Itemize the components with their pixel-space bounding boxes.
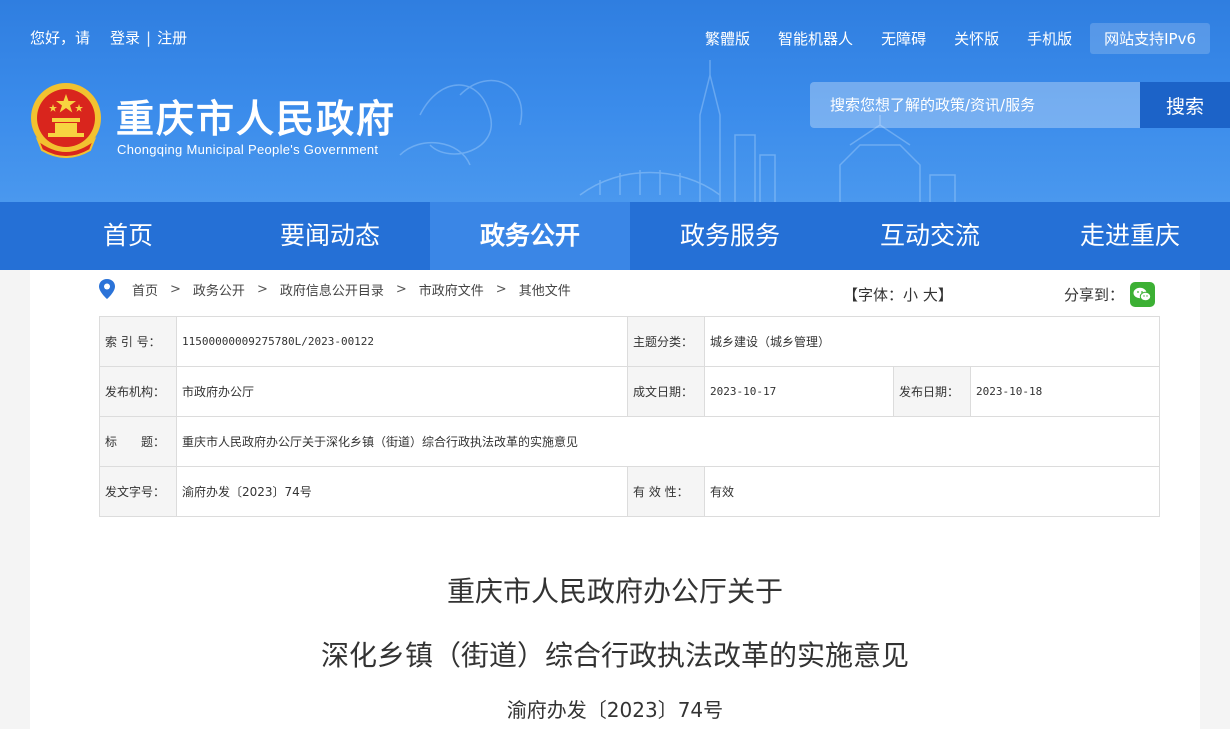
title-label: 标 题： xyxy=(99,416,177,467)
published-date-label: 发布日期： xyxy=(893,366,971,417)
breadcrumb: 首页 > 政务公开 > 政府信息公开目录 > 市政府文件 > 其他文件 xyxy=(98,278,571,300)
city-skyline-illustration xyxy=(399,60,956,202)
top-utility-links: 繁體版 智能机器人 无障碍 关怀版 手机版 网站支持IPv6 xyxy=(691,22,1210,55)
accessibility-link[interactable]: 无障碍 xyxy=(867,22,940,55)
table-row: 标 题： 重庆市人民政府办公厅关于深化乡镇（街道）综合行政执法改革的实施意见 xyxy=(99,416,1160,467)
document-title-line-2: 深化乡镇（街道）综合行政执法改革的实施意见 xyxy=(320,639,909,672)
published-date-value: 2023-10-18 xyxy=(970,366,1160,417)
topic-value: 城乡建设（城乡管理） xyxy=(704,316,1160,367)
title-value: 重庆市人民政府办公厅关于深化乡镇（街道）综合行政执法改革的实施意见 xyxy=(176,416,1160,467)
font-size-small[interactable]: 小 xyxy=(903,286,918,304)
site-title: 重庆市人民政府 xyxy=(116,97,397,141)
breadcrumb-arrow: > xyxy=(495,281,507,297)
table-row: 发布机构： 市政府办公厅 成文日期： 2023-10-17 发布日期： 2023… xyxy=(99,366,1160,417)
breadcrumb-home[interactable]: 首页 xyxy=(132,280,158,299)
topic-label: 主题分类： xyxy=(627,316,705,367)
share-label: 分享到： xyxy=(1064,286,1125,304)
register-link[interactable]: 注册 xyxy=(157,27,187,48)
user-greeting-bar: 您好，请 登录 | 注册 xyxy=(30,27,187,48)
validity-value: 有效 xyxy=(704,466,1160,517)
index-number-label: 索 引 号： xyxy=(99,316,177,367)
issuer-value: 市政府办公厅 xyxy=(176,366,628,417)
document-title-line-1: 重庆市人民政府办公厅关于 xyxy=(446,575,783,608)
document-number-label: 发文字号： xyxy=(99,466,177,517)
location-pin-icon xyxy=(99,279,115,299)
ipv6-badge: 网站支持IPv6 xyxy=(1090,23,1210,54)
share-section: 分享到： xyxy=(1064,282,1156,307)
greeting-text: 您好，请 xyxy=(30,29,91,47)
nav-government-affairs-open[interactable]: 政务公开 xyxy=(430,202,630,270)
font-size-close: 】 xyxy=(937,286,953,304)
search-bar: 搜索 xyxy=(810,82,1230,128)
main-nav: 首页 要闻动态 政务公开 政务服务 互动交流 走进重庆 xyxy=(0,202,1230,270)
breadcrumb-arrow: > xyxy=(395,281,407,297)
smart-robot-link[interactable]: 智能机器人 xyxy=(764,22,867,55)
font-size-control: 【字体：小 大】 xyxy=(843,284,953,305)
nav-news[interactable]: 要闻动态 xyxy=(230,202,430,270)
index-number-value: 11500000009275780L/2023-00122 xyxy=(176,316,628,367)
login-link[interactable]: 登录 xyxy=(110,27,140,48)
search-button[interactable]: 搜索 xyxy=(1140,82,1230,128)
traditional-chinese-link[interactable]: 繁體版 xyxy=(691,22,764,55)
breadcrumb-arrow: > xyxy=(170,281,181,297)
font-size-large[interactable]: 大 xyxy=(923,286,938,304)
care-version-link[interactable]: 关怀版 xyxy=(940,22,1013,55)
validity-label: 有 效 性： xyxy=(627,466,705,517)
document-number: 渝府办发〔2023〕74号 xyxy=(506,698,724,722)
font-size-label: 【字体： xyxy=(843,286,904,304)
document-info-table: 索 引 号： 11500000009275780L/2023-00122 主题分… xyxy=(99,316,1160,517)
site-header: 您好，请 登录 | 注册 繁體版 智能机器人 无障碍 关怀版 手机版 网站支持I… xyxy=(0,0,1230,202)
breadcrumb-arrow: > xyxy=(256,281,268,297)
nav-interaction[interactable]: 互动交流 xyxy=(830,202,1030,270)
written-date-label: 成文日期： xyxy=(627,366,705,417)
nav-about-chongqing[interactable]: 走进重庆 xyxy=(1030,202,1230,270)
national-emblem-icon xyxy=(31,83,101,158)
nav-home[interactable]: 首页 xyxy=(0,202,230,270)
table-row: 索 引 号： 11500000009275780L/2023-00122 主题分… xyxy=(99,316,1160,367)
breadcrumb-other-documents[interactable]: 其他文件 xyxy=(519,280,571,299)
search-input[interactable] xyxy=(810,82,1140,128)
login-register-separator: | xyxy=(146,28,152,47)
wechat-icon[interactable] xyxy=(1130,282,1156,307)
breadcrumb-municipal-documents[interactable]: 市政府文件 xyxy=(419,280,484,299)
nav-government-services[interactable]: 政务服务 xyxy=(630,202,830,270)
mobile-version-link[interactable]: 手机版 xyxy=(1013,22,1086,55)
table-row: 发文字号： 渝府办发〔2023〕74号 有 效 性： 有效 xyxy=(99,466,1160,517)
document-number-value: 渝府办发〔2023〕74号 xyxy=(176,466,628,517)
site-subtitle: Chongqing Municipal People's Government xyxy=(117,142,379,157)
issuer-label: 发布机构： xyxy=(99,366,177,417)
breadcrumb-government-affairs-open[interactable]: 政务公开 xyxy=(193,280,245,299)
written-date-value: 2023-10-17 xyxy=(704,366,894,417)
breadcrumb-info-catalog[interactable]: 政府信息公开目录 xyxy=(280,280,384,299)
